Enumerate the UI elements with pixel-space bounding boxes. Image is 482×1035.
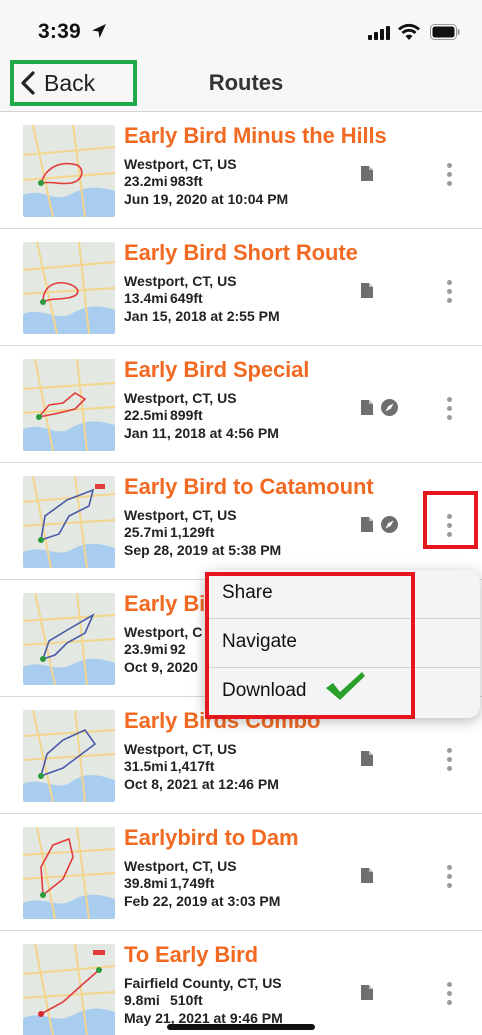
route-title[interactable]: Early Bird Minus the Hills: [124, 123, 387, 149]
route-elevation: 899ft: [170, 407, 203, 423]
route-map-thumbnail: [23, 125, 115, 217]
route-date: Oct 8, 2021 at 12:46 PM: [124, 776, 279, 792]
route-elevation: 649ft: [170, 290, 203, 306]
compass-icon: [381, 399, 398, 416]
battery-icon: [430, 24, 460, 40]
location-arrow-icon: [92, 24, 106, 38]
document-icon: [361, 400, 373, 415]
route-row[interactable]: Early Bird Minus the Hills Westport, CT,…: [0, 112, 482, 229]
route-row[interactable]: Early Bird Special Westport, CT, US 22.5…: [0, 346, 482, 463]
route-map-thumbnail: [23, 359, 115, 451]
route-map-thumbnail: [23, 242, 115, 334]
compass-icon: [381, 516, 398, 533]
route-row[interactable]: Earlybird to Dam Westport, CT, US 39.8mi…: [0, 814, 482, 931]
route-map-thumbnail: [23, 827, 115, 919]
route-location: Fairfield County, CT, US: [124, 975, 282, 991]
route-date: Jan 15, 2018 at 2:55 PM: [124, 308, 280, 324]
document-icon: [361, 751, 373, 766]
route-stats: 9.8mi 510ft: [124, 992, 203, 1008]
route-date: Oct 9, 2020: [124, 659, 198, 675]
route-elevation: 1,417ft: [170, 758, 215, 774]
route-distance: 9.8mi: [124, 992, 160, 1008]
route-title[interactable]: Early Bi: [124, 591, 205, 617]
route-location: Westport, CT, US: [124, 741, 237, 757]
status-bar: 3:39: [0, 0, 482, 58]
navigation-bar: Back Routes: [0, 58, 482, 112]
route-elevation: 983ft: [170, 173, 203, 189]
route-distance: 23.9mi: [124, 641, 168, 657]
menu-annotation: [205, 572, 415, 719]
more-options-button[interactable]: [436, 741, 462, 777]
route-distance: 25.7mi: [124, 524, 168, 540]
more-options-button[interactable]: [436, 858, 462, 894]
route-date: Feb 22, 2019 at 3:03 PM: [124, 893, 281, 909]
route-distance: 23.2mi: [124, 173, 168, 189]
route-row[interactable]: Early Bird to Catamount Westport, CT, US…: [0, 463, 482, 580]
status-time: 3:39: [38, 20, 81, 43]
route-elevation: 510ft: [170, 992, 203, 1008]
more-options-button[interactable]: [436, 975, 462, 1011]
route-date: Sep 28, 2019 at 5:38 PM: [124, 542, 282, 558]
route-distance: 22.5mi: [124, 407, 168, 423]
route-location: Westport, CT, US: [124, 156, 237, 172]
route-stats: 25.7mi 1,129ft: [124, 524, 214, 540]
route-elevation: 1,749ft: [170, 875, 215, 891]
route-map-thumbnail: [23, 710, 115, 802]
more-options-button[interactable]: [436, 273, 462, 309]
route-distance: 31.5mi: [124, 758, 168, 774]
route-location: Westport, C: [124, 624, 203, 640]
route-stats: 23.9mi 92: [124, 641, 186, 657]
more-options-button[interactable]: [436, 390, 462, 426]
route-stats: 31.5mi 1,417ft: [124, 758, 214, 774]
route-map-thumbnail: [23, 476, 115, 568]
route-stats: 39.8mi 1,749ft: [124, 875, 214, 891]
document-icon: [361, 283, 373, 298]
route-map-thumbnail: [23, 944, 115, 1035]
route-stats: 13.4mi 649ft: [124, 290, 203, 306]
route-elevation: 1,129ft: [170, 524, 215, 540]
route-row[interactable]: To Early Bird Fairfield County, CT, US 9…: [0, 931, 482, 1035]
route-location: Westport, CT, US: [124, 858, 237, 874]
home-indicator: [167, 1024, 315, 1030]
route-title[interactable]: Early Bird to Catamount: [124, 474, 374, 500]
document-icon: [361, 166, 373, 181]
more-options-button[interactable]: [436, 156, 462, 192]
route-map-thumbnail: [23, 593, 115, 685]
page-title: Routes: [208, 70, 284, 95]
route-stats: 22.5mi 899ft: [124, 407, 203, 423]
document-icon: [361, 868, 373, 883]
cellular-signal-icon: [368, 26, 390, 40]
route-location: Westport, CT, US: [124, 273, 237, 289]
route-elevation: 92: [170, 641, 186, 657]
document-icon: [361, 517, 373, 532]
more-button-annotation: [423, 491, 478, 549]
route-distance: 13.4mi: [124, 290, 168, 306]
route-date: Jun 19, 2020 at 10:04 PM: [124, 191, 289, 207]
route-location: Westport, CT, US: [124, 507, 237, 523]
routes-screen: 3:39 Back Routes Early Bird Minus the Hi…: [0, 0, 482, 1035]
route-stats: 23.2mi 983ft: [124, 173, 203, 189]
route-row[interactable]: Early Bird Short Route Westport, CT, US …: [0, 229, 482, 346]
route-title[interactable]: Earlybird to Dam: [124, 825, 299, 851]
document-icon: [361, 985, 373, 1000]
route-location: Westport, CT, US: [124, 390, 237, 406]
route-date: Jan 11, 2018 at 4:56 PM: [124, 425, 279, 441]
route-title[interactable]: Early Bird Short Route: [124, 240, 358, 266]
wifi-icon: [398, 23, 420, 40]
route-title[interactable]: To Early Bird: [124, 942, 258, 968]
route-title[interactable]: Early Bird Special: [124, 357, 309, 383]
route-distance: 39.8mi: [124, 875, 168, 891]
